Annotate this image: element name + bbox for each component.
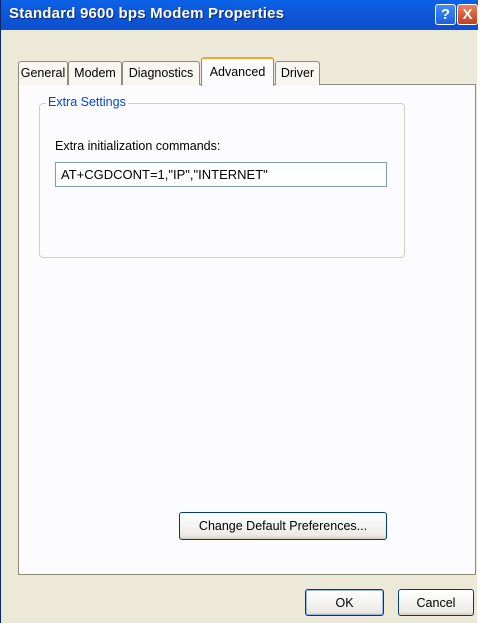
tab-driver[interactable]: Driver: [275, 61, 320, 85]
change-default-preferences-button[interactable]: Change Default Preferences...: [179, 512, 387, 540]
tab-diagnostics[interactable]: Diagnostics: [122, 61, 200, 85]
window-title: Standard 9600 bps Modem Properties: [9, 5, 285, 22]
ok-button[interactable]: OK: [305, 589, 384, 616]
cancel-button[interactable]: Cancel: [398, 589, 474, 616]
close-icon: X: [462, 6, 473, 23]
modem-properties-dialog: Standard 9600 bps Modem Properties ? X G…: [0, 0, 478, 623]
close-button[interactable]: X: [457, 4, 478, 25]
title-bar[interactable]: Standard 9600 bps Modem Properties ? X: [1, 0, 478, 30]
help-button[interactable]: ?: [435, 4, 456, 25]
tab-general[interactable]: General: [18, 61, 68, 85]
extra-init-commands-label: Extra initialization commands:: [55, 139, 221, 153]
tab-modem[interactable]: Modem: [68, 61, 122, 85]
help-icon: ?: [440, 6, 451, 23]
extra-settings-label: Extra Settings: [46, 95, 128, 109]
tab-advanced[interactable]: Advanced: [201, 57, 274, 86]
extra-init-commands-input[interactable]: [55, 162, 387, 187]
